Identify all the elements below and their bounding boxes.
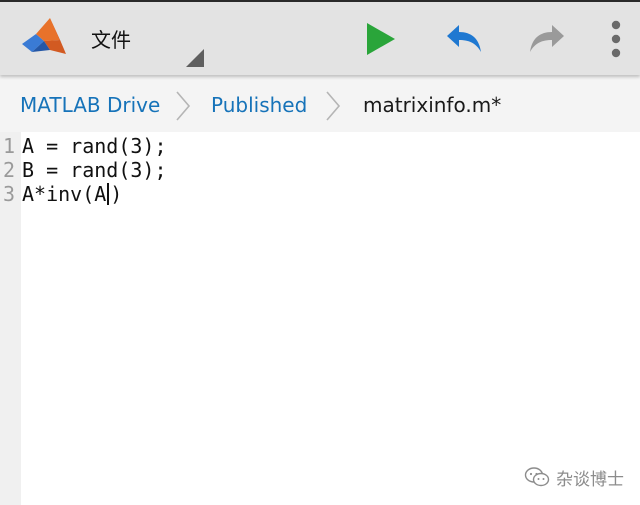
breadcrumb: MATLAB Drive Published matrixinfo.m* bbox=[0, 75, 640, 132]
run-button[interactable] bbox=[358, 17, 402, 61]
wechat-icon bbox=[524, 467, 550, 487]
code-text: A*inv(A bbox=[22, 182, 107, 206]
code-line[interactable]: B = rand(3); bbox=[22, 158, 167, 182]
matlab-logo-icon[interactable] bbox=[20, 14, 68, 62]
more-options-button[interactable] bbox=[596, 15, 636, 63]
breadcrumb-published[interactable]: Published bbox=[211, 92, 307, 118]
redo-button[interactable] bbox=[526, 17, 570, 61]
chevron-right-icon bbox=[176, 91, 191, 121]
line-number: 2 bbox=[3, 158, 16, 182]
text-cursor bbox=[107, 183, 110, 205]
line-number: 3 bbox=[3, 182, 16, 206]
undo-icon bbox=[447, 25, 481, 52]
undo-button[interactable] bbox=[441, 17, 485, 61]
more-vertical-icon bbox=[611, 20, 621, 58]
chevron-right-icon bbox=[326, 91, 341, 121]
redo-icon bbox=[530, 25, 564, 52]
code-text: ) bbox=[110, 182, 123, 206]
breadcrumb-matlab-drive[interactable]: MATLAB Drive bbox=[20, 92, 160, 118]
line-number: 1 bbox=[3, 134, 16, 158]
code-editor[interactable]: 1 2 3 A = rand(3); B = rand(3); A*inv(A) bbox=[0, 132, 640, 505]
code-line[interactable]: A = rand(3); bbox=[22, 134, 167, 158]
file-menu[interactable]: 文件 bbox=[91, 25, 131, 55]
code-line[interactable]: A*inv(A) bbox=[22, 182, 122, 206]
play-icon bbox=[367, 23, 395, 55]
breadcrumb-current-file: matrixinfo.m* bbox=[363, 93, 502, 117]
toolbar: 文件 bbox=[0, 2, 640, 75]
menu-corner-icon bbox=[186, 49, 204, 67]
line-number-gutter: 1 2 3 bbox=[0, 132, 21, 505]
watermark-text: 杂谈博士 bbox=[556, 469, 624, 490]
watermark: 杂谈博士 bbox=[524, 464, 624, 490]
